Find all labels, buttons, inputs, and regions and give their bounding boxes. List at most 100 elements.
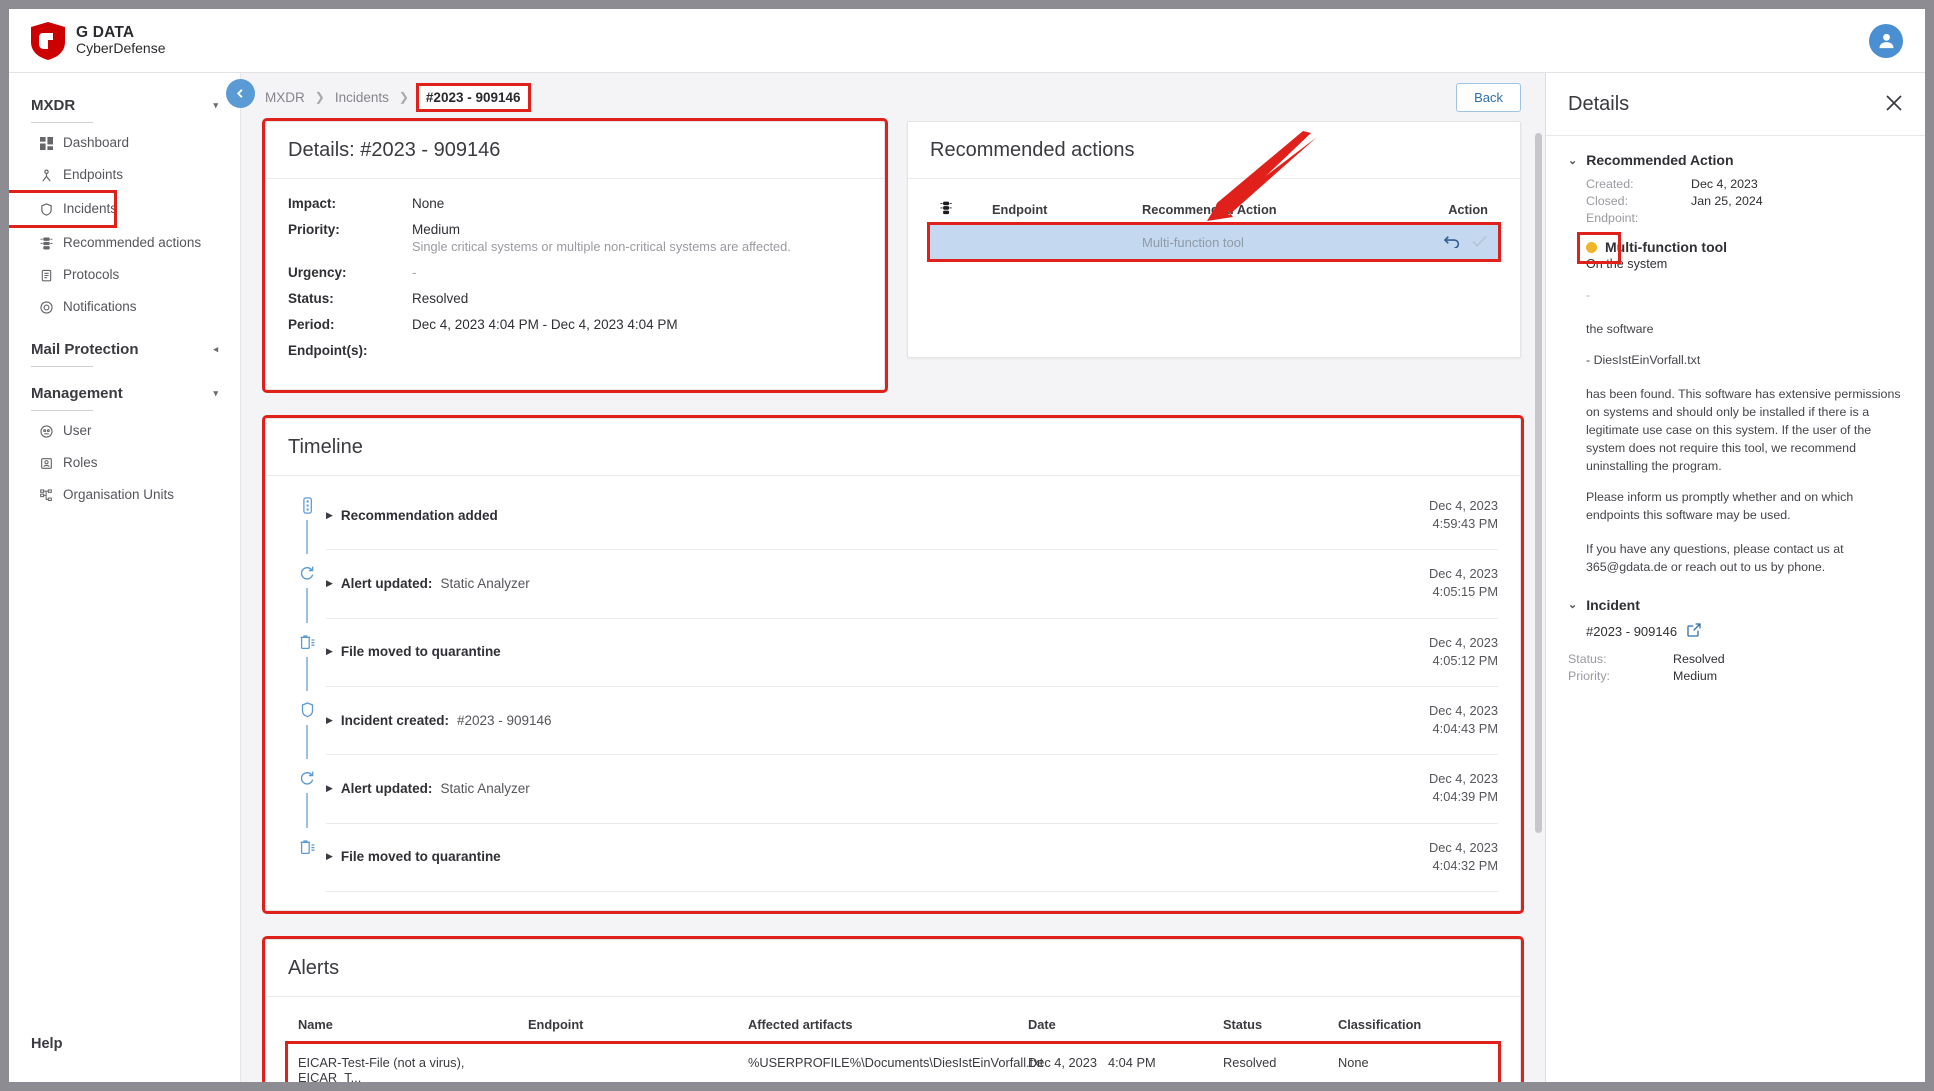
sidebar-item-notifications[interactable]: Notifications (9, 291, 240, 323)
field-period: Period: Dec 4, 2023 4:04 PM - Dec 4, 202… (288, 317, 862, 332)
alerts-table: Name Endpoint Affected artifacts Date St… (266, 997, 1520, 1082)
back-button[interactable]: Back (1456, 83, 1521, 112)
column-header-status[interactable]: Status (1223, 1017, 1338, 1032)
content-scroll-area: Details: #2023 - 909146 Impact: None Pri… (241, 118, 1545, 1082)
triangle-right-icon[interactable]: ▶ (326, 715, 333, 726)
sidebar-item-endpoints[interactable]: Endpoints (9, 159, 240, 191)
traffic-light-icon (39, 236, 54, 251)
drawer-incident-id-row: #2023 - 909146 (1586, 623, 1903, 640)
timeline-entry-date: Dec 4, 2023 (1428, 634, 1498, 650)
section-title-text: Incident (1586, 596, 1640, 613)
sidebar-item-user[interactable]: User (9, 415, 240, 447)
timeline-card: Timeline ▶ Recommendation added Dec 4, 2… (262, 415, 1524, 914)
column-header-date[interactable]: Date (1028, 1017, 1108, 1032)
column-header-name[interactable]: Name (298, 1017, 528, 1032)
sidebar-item-label: Protocols (63, 267, 120, 282)
external-link-icon[interactable] (1687, 623, 1701, 640)
timeline-entry[interactable]: ▶ File moved to quarantine Dec 4, 2023 4… (288, 619, 1498, 691)
sidebar-item-dashboard[interactable]: Dashboard (9, 127, 240, 159)
shield-icon (288, 687, 326, 718)
nav-group-label: MXDR (31, 97, 76, 114)
chevron-left-icon: ◂ (213, 344, 218, 354)
recommended-actions-column: Recommended actions Endpoint Recommended… (907, 121, 1521, 390)
breadcrumb-item-mxdr[interactable]: MXDR (265, 90, 305, 105)
triangle-right-icon[interactable]: ▶ (326, 578, 333, 589)
nav-group-mxdr: MXDR ▾ Dashboard Endpoints Incidents Rec… (9, 93, 240, 323)
section-header-incident[interactable]: ⌄ Incident (1568, 597, 1903, 613)
drawer-field-endpoint: Endpoint: (1568, 211, 1903, 225)
chevron-down-icon: ⌄ (1568, 154, 1578, 167)
triangle-right-icon[interactable]: ▶ (326, 851, 333, 862)
recommended-actions-title: Recommended actions (908, 122, 1520, 179)
sidebar-item-label: Dashboard (63, 135, 130, 150)
field-label: Priority: (288, 222, 340, 237)
cell-status: Resolved (1223, 1054, 1277, 1070)
field-label: Impact: (288, 196, 337, 211)
table-row[interactable]: EICAR-Test-File (not a virus), EICAR_T..… (285, 1040, 1501, 1082)
nav-group-label: Management (31, 385, 123, 402)
breadcrumb-current-incident[interactable]: #2023 - 909146 (415, 82, 531, 112)
section-header-recommended-action[interactable]: ⌄ Recommended Action (1568, 152, 1903, 168)
column-header-recommended-action[interactable]: Recommended Action (1142, 202, 1406, 217)
triangle-right-icon[interactable]: ▶ (326, 646, 333, 657)
drawer-field-status: Status: Resolved (1568, 652, 1903, 666)
recommended-action-row[interactable]: Multi-function tool (927, 222, 1501, 262)
sidebar-item-incidents[interactable]: Incidents (9, 190, 117, 228)
sidebar-item-organisation-units[interactable]: Organisation Units (9, 479, 240, 511)
nav-group-header-mail-protection[interactable]: Mail Protection ◂ (9, 337, 240, 366)
timeline-entry-timestamp: Dec 4, 2023 4:04:39 PM (1429, 770, 1498, 806)
refresh-icon (288, 550, 326, 581)
top-bar: G DATA CyberDefense (9, 9, 1925, 73)
column-header-endpoint[interactable]: Endpoint (992, 202, 1142, 217)
check-icon[interactable] (1471, 234, 1488, 251)
nav-group-header-mxdr[interactable]: MXDR ▾ (9, 93, 240, 122)
column-header-endpoint[interactable]: Endpoint (528, 1017, 748, 1032)
sidebar-item-label: Recommended actions (63, 235, 202, 250)
timeline-entry[interactable]: ▶ Alert updated: Static Analyzer Dec 4, … (288, 550, 1498, 623)
help-link[interactable]: Help (31, 1036, 62, 1052)
drawer-field-created: Created: Dec 4, 2023 (1568, 177, 1903, 191)
timeline-entry[interactable]: ▶ Alert updated: Static Analyzer Dec 4, … (288, 755, 1498, 828)
content-scrollbar[interactable] (1535, 133, 1542, 833)
g-data-shield-icon (31, 21, 65, 60)
bell-icon (39, 300, 54, 315)
timeline-entry-title: Alert updated: (340, 780, 433, 796)
details-card-column: Details: #2023 - 909146 Impact: None Pri… (262, 118, 888, 393)
breadcrumb-item-incidents[interactable]: Incidents (335, 90, 389, 105)
timeline-entry[interactable]: ▶ File moved to quarantine Dec 4, 2023 4… (288, 824, 1498, 892)
sidebar-item-label: Organisation Units (63, 487, 175, 502)
incident-details-fields: Impact: None Priority: Medium Single cri… (266, 179, 884, 389)
column-header-affected-artifacts[interactable]: Affected artifacts (748, 1017, 1028, 1032)
timeline-title: Timeline (266, 419, 1520, 476)
timeline-entry-body: ▶ File moved to quarantine Dec 4, 2023 4… (326, 619, 1498, 687)
field-value: Medium (412, 222, 461, 237)
table-header-row: Name Endpoint Affected artifacts Date St… (288, 1011, 1498, 1044)
triangle-right-icon[interactable]: ▶ (326, 783, 333, 794)
application-window: G DATA CyberDefense MXDR ▾ Dashboard End… (9, 9, 1925, 1082)
alerts-card: Alerts Name Endpoint Affected artifacts … (262, 935, 1524, 1082)
top-cards-row: Details: #2023 - 909146 Impact: None Pri… (262, 118, 1521, 393)
traffic-light-icon (288, 482, 326, 514)
timeline-entry-title: Recommendation added (340, 507, 498, 523)
timeline-entry-label: ▶ File moved to quarantine (326, 644, 509, 659)
undo-icon[interactable] (1443, 234, 1461, 251)
sidebar-item-roles[interactable]: Roles (9, 447, 240, 479)
user-avatar-icon[interactable] (1869, 23, 1903, 58)
sidebar-collapse-button[interactable] (226, 79, 255, 108)
brand-logo[interactable]: G DATA CyberDefense (31, 21, 166, 60)
timeline-entry[interactable]: ▶ Incident created: #2023 - 909146 Dec 4… (288, 687, 1498, 760)
field-value: Resolved (412, 291, 469, 306)
sidebar-item-recommended-actions[interactable]: Recommended actions (9, 227, 240, 259)
triangle-right-icon[interactable]: ▶ (326, 510, 333, 521)
sidebar: MXDR ▾ Dashboard Endpoints Incidents Rec… (9, 73, 255, 1082)
timeline-entry[interactable]: ▶ Recommendation added Dec 4, 2023 4:59:… (288, 482, 1498, 555)
sidebar-item-protocols[interactable]: Protocols (9, 259, 240, 291)
timeline-entry-title: Alert updated: (340, 575, 433, 591)
close-icon[interactable] (1885, 94, 1903, 116)
drawer-line-file: - DiesIstEinVorfall.txt (1586, 352, 1701, 367)
field-value: Dec 4, 2023 4:04 PM - Dec 4, 2023 4:04 P… (412, 317, 678, 332)
column-header-classification[interactable]: Classification (1338, 1017, 1488, 1032)
timeline-entry-label: ▶ Alert updated: Static Analyzer (326, 576, 530, 591)
user-icon (39, 424, 54, 439)
nav-group-header-management[interactable]: Management ▾ (9, 381, 240, 410)
